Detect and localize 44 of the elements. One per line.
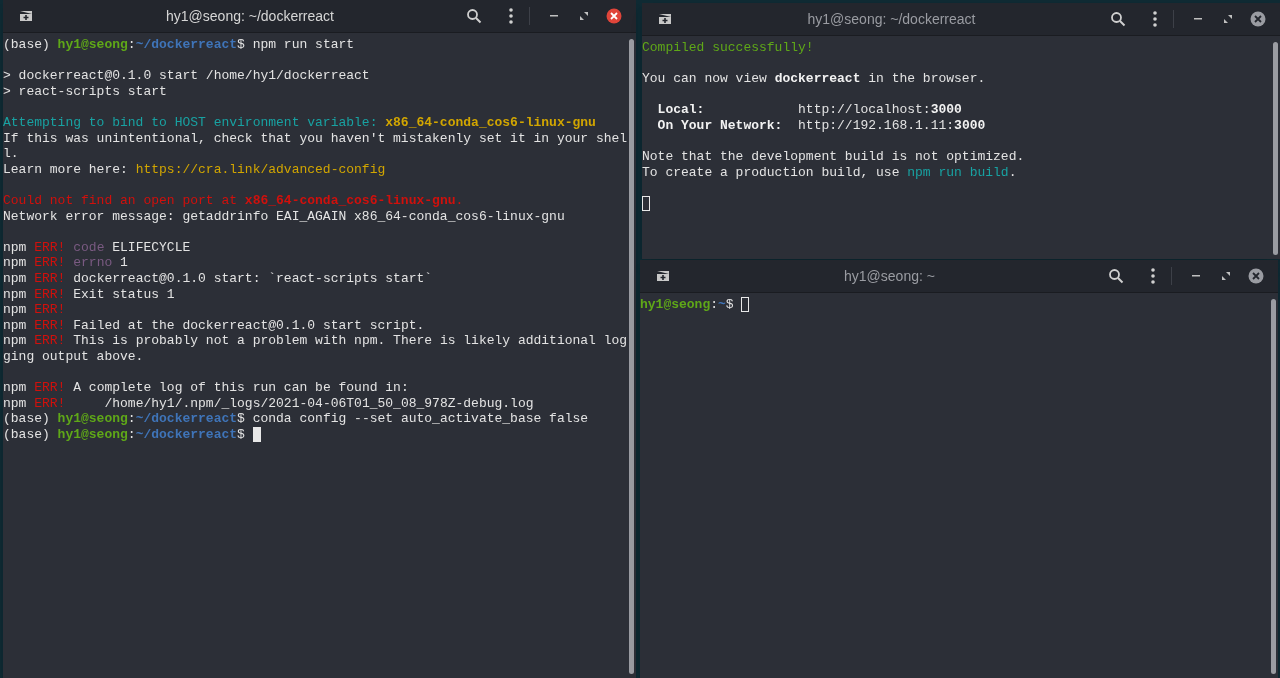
search-icon[interactable] [1107, 267, 1125, 285]
terminal-line: Could not find an open port at x86_64-conda_cos6-linux-gnu. [3, 192, 464, 209]
terminal-line: npm ERR! /home/hy1/.npm/_logs/2021-04-06T01_50_08_978Z-debug.log [3, 395, 534, 412]
terminal-line: You can now view dockerreact in the browser. [642, 71, 986, 87]
window-title: hy1@seong: ~/dockerreact [806, 9, 977, 29]
terminal-line: (base) hy1@seong:~/dockerreact$ conda config --set auto_activate_base false [3, 411, 589, 427]
scrollbar-thumb[interactable] [1273, 42, 1278, 255]
terminal-line: Note that the development build is not optimized. [642, 149, 1025, 165]
search-icon[interactable] [465, 7, 483, 25]
search-icon[interactable] [1109, 10, 1127, 28]
restore-icon[interactable] [1222, 13, 1234, 25]
terminal-line: npm ERR! This is probably not a problem with npm. There is likely additional log [3, 333, 627, 349]
window-title: hy1@seong: ~ [843, 266, 936, 286]
terminal-line: To create a production build, use npm run build. [642, 164, 1017, 181]
terminal-line: npm ERR! errno 1 [3, 255, 128, 271]
terminal-line: npm ERR! Exit status 1 [3, 286, 175, 303]
terminal-line: l. [3, 146, 19, 162]
terminal-line: npm ERR! code ELIFECYCLE [3, 239, 191, 256]
terminal-line: Learn more here: https://cra.link/advanced-config [3, 161, 386, 178]
terminal-line: Attempting to bind to HOST environment variable: x86_64-conda_cos6-linux-gnu [3, 114, 596, 131]
terminal-line: npm ERR! Failed at the dockerreact@0.1.0 start script. [3, 317, 425, 334]
terminal-line: npm ERR! dockerreact@0.1.0 start: `react-scripts start` [3, 270, 433, 287]
terminal-line: Local: http://localhost:3000 [656, 102, 962, 118]
terminal-line: On Your Network: http://192.168.1.11:3000 [656, 117, 986, 134]
menu-icon[interactable] [1149, 267, 1157, 285]
scrollbar-thumb[interactable] [629, 39, 634, 674]
scrollbar-thumb[interactable] [1271, 299, 1276, 674]
terminal-line: Compiled successfully! [642, 40, 814, 56]
terminal-line: (base) hy1@seong:~/dockerreact$ [3, 426, 246, 443]
terminal-line: ging output above. [3, 348, 144, 365]
terminal-line: (base) hy1@seong:~/dockerreact$ npm run start [3, 37, 355, 53]
terminal-line: If this was unintentional, check that you haven't mistakenly set it in your shel [3, 130, 627, 147]
close-icon[interactable] [606, 8, 622, 24]
restore-icon[interactable] [578, 10, 590, 22]
terminal-line: hy1@seong:~$ [640, 297, 735, 313]
menu-icon[interactable] [507, 7, 515, 25]
restore-icon[interactable] [1220, 270, 1232, 282]
window-title: hy1@seong: ~/dockerreact [165, 6, 335, 26]
terminal-line: npm ERR! A complete log of this run can be found in: [3, 380, 409, 396]
menu-icon[interactable] [1151, 10, 1159, 28]
terminal-line: > dockerreact@0.1.0 start /home/hy1/dockerreact [3, 68, 370, 84]
terminal-line: npm ERR! [3, 302, 66, 318]
terminal-line: Network error message: getaddrinfo EAI_AGAIN x86_64-conda_cos6-linux-gnu [3, 208, 565, 225]
terminal-line: > react-scripts start [3, 83, 167, 100]
